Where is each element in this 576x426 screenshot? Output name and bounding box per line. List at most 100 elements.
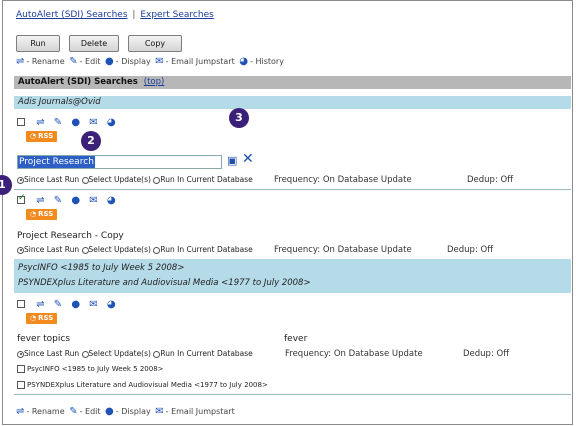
- row-divider: [14, 394, 571, 395]
- close-icon[interactable]: ✕: [242, 151, 254, 167]
- rename-icon[interactable]: ⇌: [36, 195, 44, 206]
- db-checkbox[interactable]: [17, 365, 25, 373]
- expert-searches-link[interactable]: Expert Searches: [140, 10, 214, 20]
- edit-icon[interactable]: ✎: [54, 299, 62, 310]
- rss-button[interactable]: ◔ RSS: [26, 209, 58, 220]
- search-name: Project Research - Copy: [17, 231, 124, 241]
- edit-icon: ✎: [69, 406, 78, 417]
- copy-button[interactable]: Copy: [128, 35, 182, 52]
- save-icon[interactable]: ▣: [227, 154, 237, 167]
- email-icon: ✉: [155, 406, 164, 417]
- db-check-row: PsycINFO <1985 to July Week 5 2008>: [17, 365, 164, 373]
- section-header: AutoAlert (SDI) Searches (top): [14, 76, 571, 89]
- edit-icon: ✎: [69, 56, 78, 67]
- radio-label: Select Update(s): [88, 245, 151, 254]
- radio-label: Run In Current Database: [160, 349, 253, 358]
- db-checkbox[interactable]: [17, 381, 25, 389]
- rename-icon: ⇌: [16, 406, 25, 417]
- select-checkbox[interactable]: [17, 193, 26, 204]
- legend-history: - History: [250, 57, 284, 66]
- top-link[interactable]: (top): [144, 77, 165, 87]
- email-icon[interactable]: ✉: [89, 299, 97, 310]
- db-check-label: PSYNDEXplus Literature and Audiovisual M…: [27, 381, 268, 389]
- link-separator: |: [132, 10, 136, 20]
- radio-select-updates[interactable]: [81, 350, 89, 358]
- db-check-row: PSYNDEXplus Literature and Audiovisual M…: [17, 381, 268, 389]
- rename-icon[interactable]: ⇌: [36, 117, 44, 128]
- search-name: fever topics: [17, 334, 71, 344]
- legend-rename: - Rename: [26, 57, 65, 66]
- top-links: AutoAlert (SDI) Searches | Expert Search…: [16, 10, 214, 20]
- legend-edit: - Edit: [79, 407, 101, 416]
- radio-label: Select Update(s): [88, 175, 151, 184]
- frequency-text: Frequency: On Database Update: [274, 175, 412, 185]
- radio-run-current[interactable]: [153, 246, 161, 254]
- display-icon: ●: [105, 56, 114, 67]
- run-button[interactable]: Run: [16, 35, 60, 52]
- db-band-adis: Adis Journals@Ovid: [14, 96, 571, 109]
- search1-actions: ⇌ ✎ ● ✉ ◕: [17, 117, 116, 128]
- frequency-text: Frequency: On Database Update: [274, 245, 412, 255]
- radio-label: Since Last Run: [24, 175, 80, 184]
- select-checkbox[interactable]: [17, 118, 25, 126]
- radio-since-last-run[interactable]: [17, 246, 24, 254]
- db-band-psyc: PsycINFO <1985 to July Week 5 2008> PSYN…: [14, 259, 571, 293]
- radio-since-last-run[interactable]: [17, 176, 24, 184]
- rename-input-value: Project Research: [18, 156, 95, 168]
- radio-run-current[interactable]: [153, 176, 161, 184]
- dedup-text: Dedup: Off: [467, 175, 514, 185]
- select-checkbox[interactable]: [17, 300, 25, 308]
- icon-legend-top: ⇌ - Rename ✎ - Edit ● - Display ✉ - Email Ju…: [14, 56, 284, 67]
- legend-edit: - Edit: [79, 57, 101, 66]
- display-icon: ●: [105, 406, 114, 417]
- frequency-text: Frequency: On Database Update: [285, 349, 423, 359]
- autoalert-link[interactable]: AutoAlert (SDI) Searches: [16, 10, 128, 20]
- rss-button[interactable]: ◔ RSS: [26, 313, 58, 324]
- email-icon[interactable]: ✉: [89, 195, 97, 206]
- icon-legend-bottom: ⇌ - Rename ✎ - Edit ● - Display ✉ - Email Ju…: [14, 406, 235, 417]
- legend-email: - Email Jumpstart: [165, 407, 235, 416]
- radio-select-updates[interactable]: [81, 176, 89, 184]
- history-icon[interactable]: ◕: [107, 299, 116, 310]
- radio-run-current[interactable]: [153, 350, 161, 358]
- rss-icon: ◔: [30, 314, 37, 322]
- display-icon[interactable]: ●: [71, 117, 80, 128]
- run-options-3: Since Last Run Select Update(s) Run In C…: [17, 349, 253, 358]
- radio-since-last-run[interactable]: [17, 350, 24, 358]
- rss-label: RSS: [38, 210, 54, 218]
- delete-button[interactable]: Delete: [69, 35, 119, 52]
- edit-icon[interactable]: ✎: [54, 195, 62, 206]
- dedup-text: Dedup: Off: [447, 245, 494, 255]
- display-icon[interactable]: ●: [71, 299, 80, 310]
- rss-label: RSS: [38, 314, 54, 322]
- radio-select-updates[interactable]: [81, 246, 89, 254]
- legend-rename: - Rename: [26, 407, 65, 416]
- header-title: AutoAlert (SDI) Searches: [18, 77, 138, 87]
- history-icon[interactable]: ◕: [107, 195, 116, 206]
- db-check-label: PsycINFO <1985 to July Week 5 2008>: [27, 365, 164, 373]
- legend-display: - Display: [115, 57, 151, 66]
- history-icon[interactable]: ◕: [107, 117, 116, 128]
- radio-label: Since Last Run: [24, 245, 80, 254]
- display-icon[interactable]: ●: [71, 195, 80, 206]
- edit-icon[interactable]: ✎: [54, 117, 62, 128]
- email-icon[interactable]: ✉: [89, 117, 97, 128]
- radio-label: Run In Current Database: [160, 175, 253, 184]
- rss-icon: ◔: [30, 132, 37, 140]
- rss-button[interactable]: ◔ RSS: [26, 131, 58, 142]
- search-alias: fever: [284, 334, 308, 344]
- radio-label: Run In Current Database: [160, 245, 253, 254]
- email-icon: ✉: [155, 56, 164, 67]
- radio-label: Since Last Run: [24, 349, 80, 358]
- db-name: Adis Journals@Ovid: [18, 97, 101, 107]
- callout-2: 2: [81, 131, 101, 151]
- rename-icon: ⇌: [16, 56, 25, 67]
- rename-icon[interactable]: ⇌: [36, 299, 44, 310]
- rename-input[interactable]: Project Research: [17, 155, 222, 169]
- legend-display: - Display: [115, 407, 151, 416]
- run-options-1: Since Last Run Select Update(s) Run In C…: [17, 175, 253, 184]
- row-divider: [14, 189, 571, 190]
- legend-email: - Email Jumpstart: [165, 57, 235, 66]
- db-name: PSYNDEXplus Literature and Audiovisual M…: [18, 278, 311, 288]
- rss-icon: ◔: [30, 210, 37, 218]
